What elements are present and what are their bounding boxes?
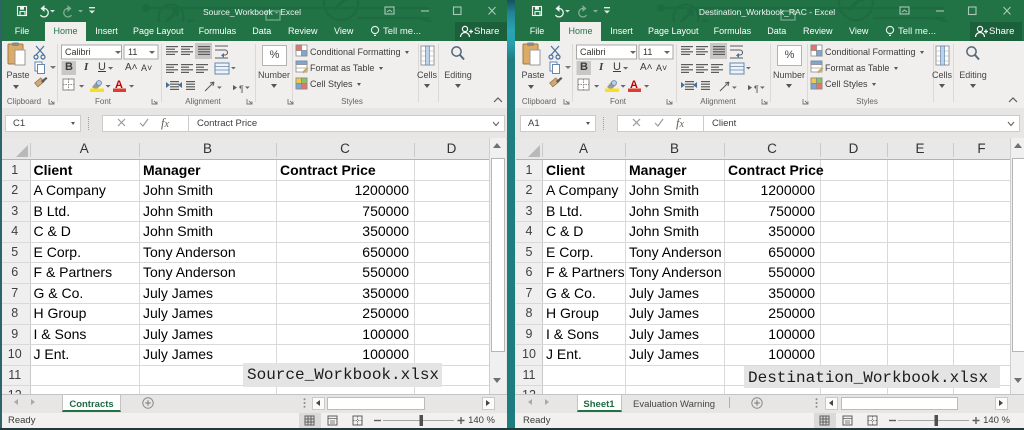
svg-text:¶: ¶ [754, 84, 759, 94]
svg-text:¶: ¶ [239, 84, 244, 94]
